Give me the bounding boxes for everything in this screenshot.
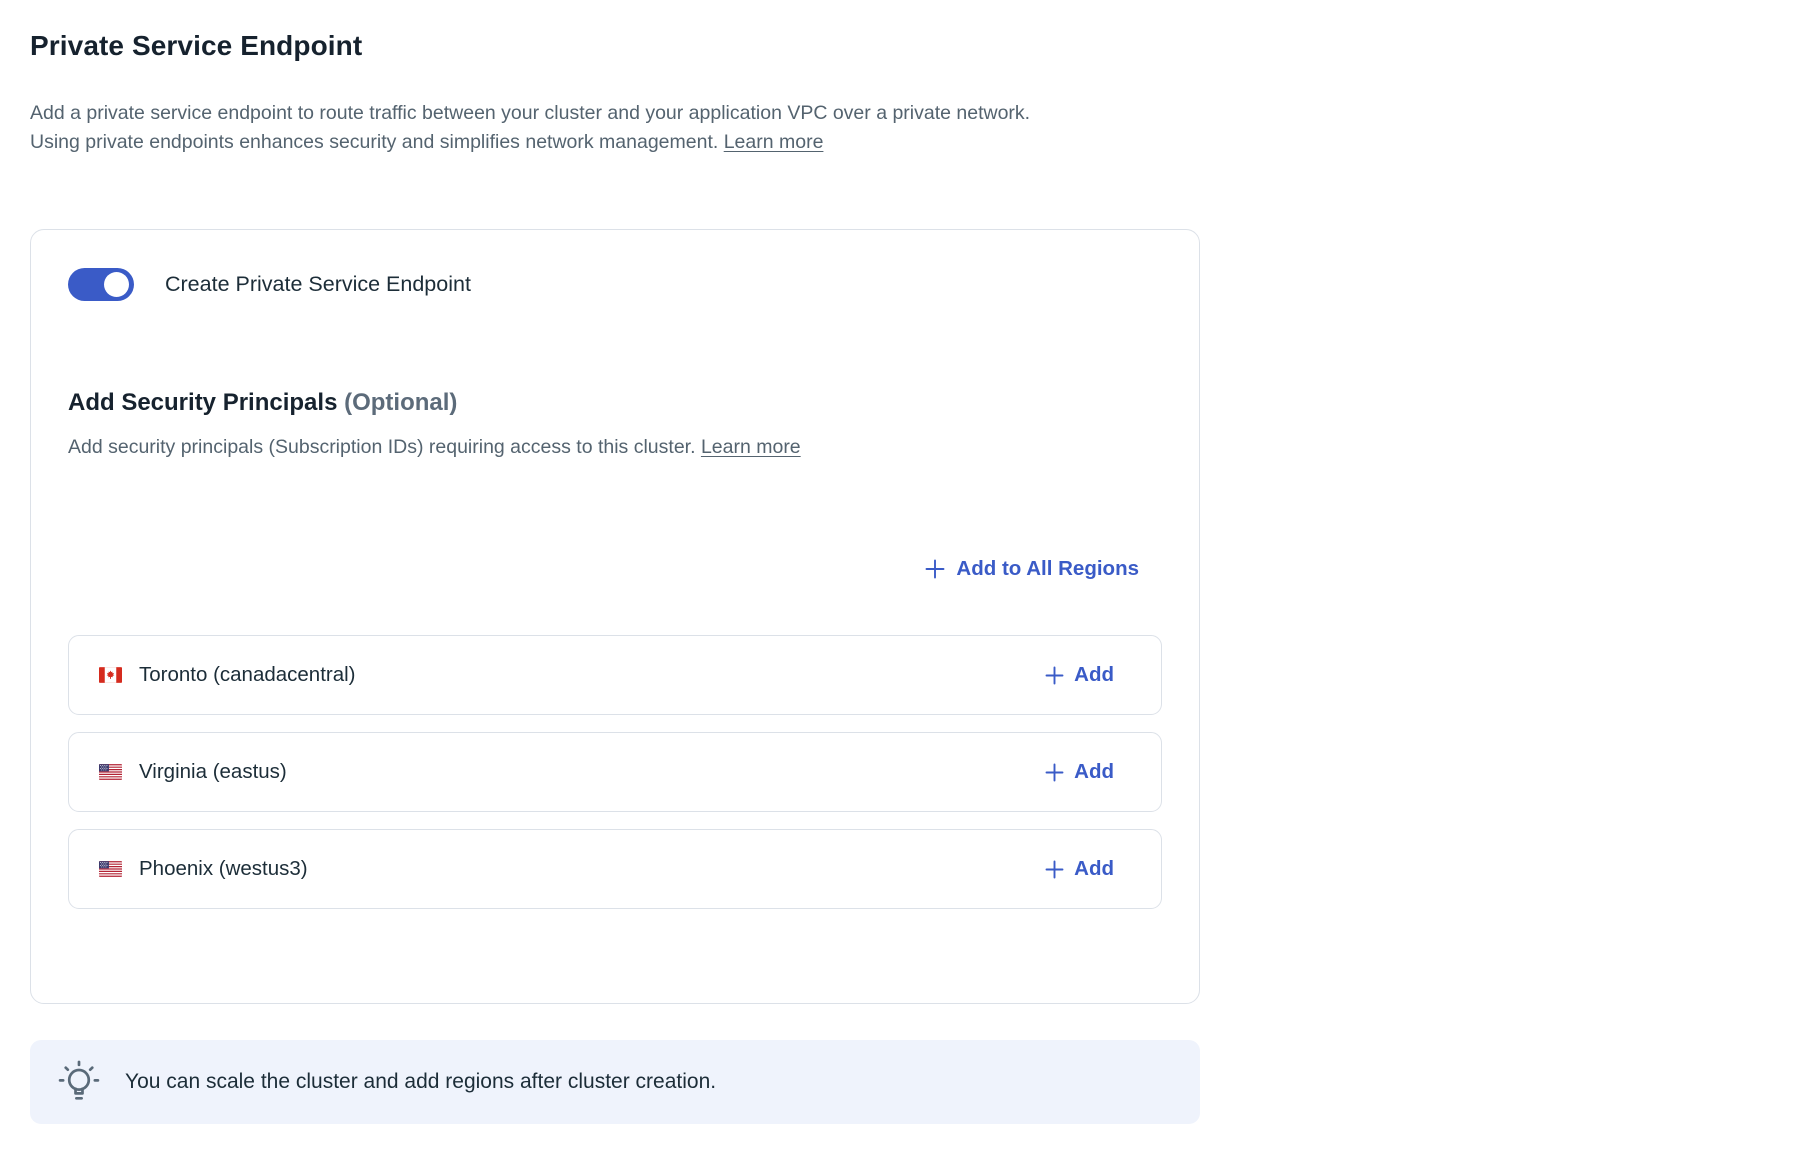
add-region-button-toronto[interactable]: Add xyxy=(1045,663,1114,687)
add-region-button-virginia[interactable]: Add xyxy=(1045,760,1114,784)
canada-flag-icon xyxy=(99,667,122,683)
lightbulb-icon xyxy=(54,1057,104,1107)
security-principals-description: Add security principals (Subscription ID… xyxy=(68,434,1162,461)
toggle-knob xyxy=(104,272,129,297)
add-region-label: Add xyxy=(1074,663,1114,687)
plus-icon xyxy=(925,559,945,579)
private-endpoint-settings-page: Private Service Endpoint Add a private s… xyxy=(0,0,1814,1158)
optional-label: (Optional) xyxy=(344,389,457,416)
add-to-all-regions-label: Add to All Regions xyxy=(956,557,1139,581)
security-principals-heading-text: Add Security Principals xyxy=(68,389,337,416)
region-name: Phoenix (westus3) xyxy=(139,857,1045,881)
plus-icon xyxy=(1045,763,1064,782)
add-region-button-phoenix[interactable]: Add xyxy=(1045,857,1114,881)
security-principals-heading: Add Security Principals (Optional) xyxy=(68,389,1162,417)
add-region-label: Add xyxy=(1074,760,1114,784)
private-endpoint-card: Create Private Service Endpoint Add Secu… xyxy=(30,229,1200,1004)
region-row-virginia: Virginia (eastus) Add xyxy=(68,732,1162,812)
plus-icon xyxy=(1045,666,1064,685)
security-principals-learn-more-link[interactable]: Learn more xyxy=(701,436,801,458)
page-description-text: Add a private service endpoint to route … xyxy=(30,102,1030,153)
add-all-regions-row: Add to All Regions xyxy=(68,557,1162,581)
region-name: Virginia (eastus) xyxy=(139,760,1045,784)
region-row-phoenix: Phoenix (westus3) Add xyxy=(68,829,1162,909)
create-endpoint-toggle-row: Create Private Service Endpoint xyxy=(68,268,1162,301)
region-row-toronto: Toronto (canadacentral) Add xyxy=(68,635,1162,715)
create-endpoint-toggle[interactable] xyxy=(68,268,134,301)
page-description: Add a private service endpoint to route … xyxy=(30,99,1050,157)
plus-icon xyxy=(1045,860,1064,879)
tip-banner: You can scale the cluster and add region… xyxy=(30,1040,1200,1124)
add-region-label: Add xyxy=(1074,857,1114,881)
region-name: Toronto (canadacentral) xyxy=(139,663,1045,687)
us-flag-icon xyxy=(99,764,122,780)
create-endpoint-toggle-label: Create Private Service Endpoint xyxy=(165,272,471,297)
region-list: Toronto (canadacentral) Add xyxy=(68,635,1162,909)
us-flag-icon xyxy=(99,861,122,877)
security-principals-description-text: Add security principals (Subscription ID… xyxy=(68,436,696,458)
tip-text: You can scale the cluster and add region… xyxy=(125,1070,716,1094)
page-title: Private Service Endpoint xyxy=(30,30,1200,62)
learn-more-link[interactable]: Learn more xyxy=(724,131,824,153)
add-to-all-regions-button[interactable]: Add to All Regions xyxy=(925,557,1139,581)
